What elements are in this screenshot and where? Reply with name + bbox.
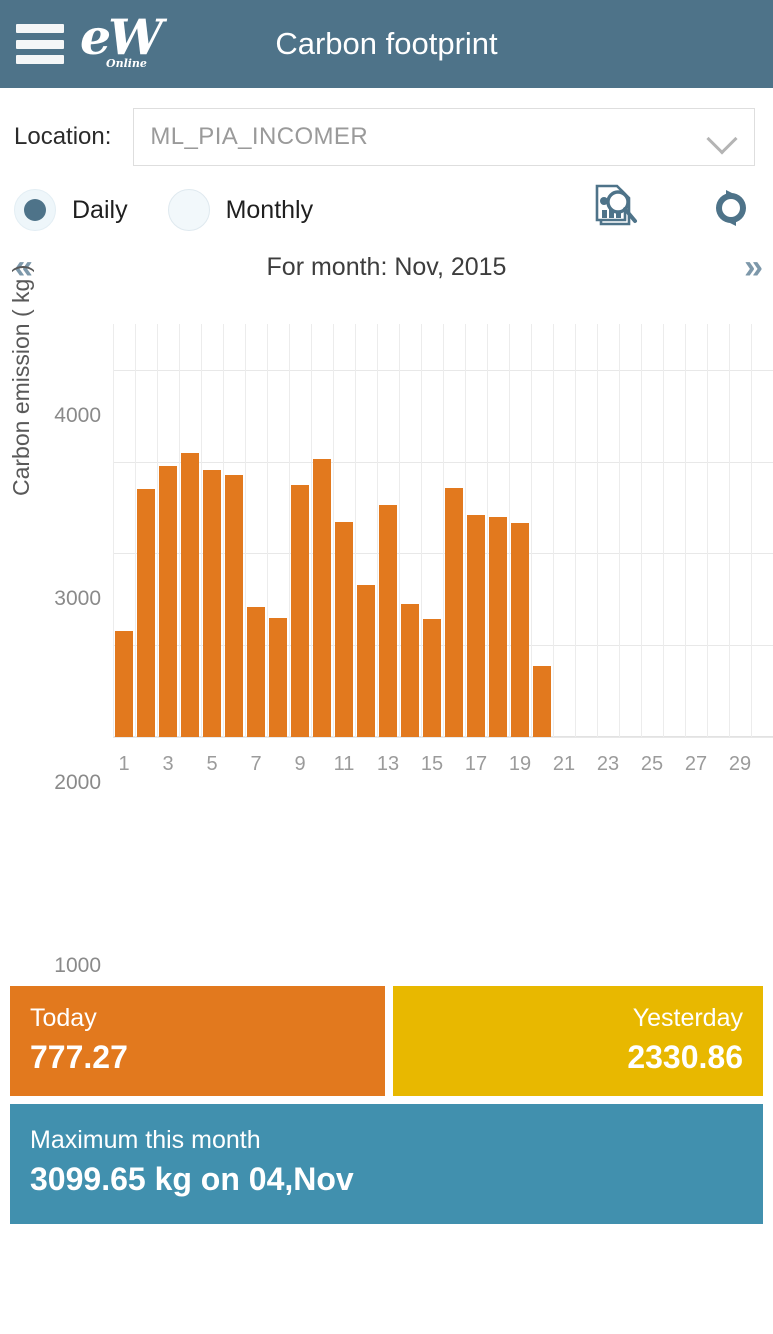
hamburger-bar bbox=[16, 55, 64, 64]
chart-y-axis-label: Carbon emission ( kg ) bbox=[8, 264, 34, 496]
chart-bar[interactable] bbox=[466, 514, 486, 737]
chart-x-tick: 7 bbox=[250, 753, 262, 775]
card-maximum-value: 3099.65 kg on 04,Nov bbox=[30, 1161, 354, 1197]
radio-monthly-label: Monthly bbox=[225, 195, 314, 224]
chart-gridline-vertical bbox=[685, 324, 686, 737]
chart-bar[interactable] bbox=[532, 665, 552, 737]
chart-x-tick: 11 bbox=[333, 753, 355, 775]
chart-bar[interactable] bbox=[488, 516, 508, 737]
chart-x-tick: 23 bbox=[596, 753, 620, 775]
chart-x-tick: 17 bbox=[464, 753, 488, 775]
logo-mark: eW bbox=[80, 8, 163, 66]
refresh-icon[interactable] bbox=[709, 186, 753, 235]
logo-subtext: Online bbox=[106, 57, 147, 70]
card-maximum-this-month[interactable]: Maximum this month 3099.65 kg on 04,Nov bbox=[10, 1104, 763, 1224]
chart-bar[interactable] bbox=[268, 617, 288, 737]
chart-gridline-vertical bbox=[575, 324, 576, 737]
chart-gridline-vertical bbox=[707, 324, 708, 737]
chart-x-tick: 1 bbox=[118, 753, 130, 775]
chart-bar[interactable] bbox=[312, 458, 332, 737]
card-yesterday-value: 2330.86 bbox=[627, 1039, 743, 1075]
chart-bar[interactable] bbox=[290, 484, 310, 737]
chart-bar[interactable] bbox=[224, 474, 244, 737]
card-today-value: 777.27 bbox=[30, 1039, 128, 1075]
radio-daily-control bbox=[14, 189, 56, 231]
chart-bar[interactable] bbox=[400, 603, 420, 737]
report-search-icon[interactable] bbox=[585, 180, 641, 241]
chart-x-tick: 9 bbox=[294, 753, 306, 775]
month-navigation: « For month: Nov, 2015 » bbox=[0, 242, 773, 292]
chart-gridline-vertical bbox=[619, 324, 620, 737]
chart-gridline-vertical bbox=[641, 324, 642, 737]
chart-y-tick: 2000 bbox=[54, 770, 101, 794]
app-logo: eW Online bbox=[80, 8, 163, 75]
card-today-label: Today bbox=[30, 1004, 97, 1032]
chart-bar[interactable] bbox=[246, 606, 266, 737]
chart-x-tick: 15 bbox=[420, 753, 444, 775]
carbon-emission-chart: Carbon emission ( kg ) 01000 2000 3000 4000… bbox=[0, 265, 773, 1161]
card-yesterday-label: Yesterday bbox=[632, 1004, 743, 1032]
radio-monthly-control bbox=[167, 189, 210, 231]
chart-gridline-vertical bbox=[663, 324, 664, 737]
chart-x-tick: 5 bbox=[206, 753, 218, 775]
chart-bar[interactable] bbox=[180, 452, 200, 737]
next-month-button[interactable]: » bbox=[744, 250, 763, 284]
hamburger-menu-icon[interactable] bbox=[16, 24, 64, 64]
period-toggle-row: Daily Monthly bbox=[0, 178, 773, 242]
chart-bar[interactable] bbox=[510, 523, 530, 737]
hamburger-bar bbox=[16, 39, 64, 49]
chart-x-tick: 25 bbox=[640, 753, 664, 775]
chart-gridline-vertical bbox=[729, 324, 730, 737]
chart-bar[interactable] bbox=[378, 504, 398, 737]
radio-daily-label: Daily bbox=[72, 195, 128, 224]
chart-y-tick: 3000 bbox=[54, 587, 101, 611]
radio-daily-dot bbox=[24, 199, 46, 221]
card-yesterday[interactable]: Yesterday 2330.86 bbox=[393, 986, 763, 1096]
chart-bar[interactable] bbox=[356, 584, 376, 737]
location-select[interactable]: ML_PIA_INCOMER bbox=[133, 108, 755, 166]
chart-bar[interactable] bbox=[136, 489, 156, 737]
chart-gridline-vertical bbox=[553, 324, 554, 737]
location-label: Location: bbox=[14, 123, 112, 150]
chart-x-tick: 21 bbox=[552, 753, 576, 775]
chart-y-tick: 1000 bbox=[54, 954, 101, 978]
chart-bar[interactable] bbox=[422, 618, 442, 737]
summary-cards-top-row: Today 777.27 Yesterday 2330.86 bbox=[10, 986, 763, 1096]
chart-x-tick: 19 bbox=[508, 753, 532, 775]
chart-bar[interactable] bbox=[334, 522, 354, 737]
card-today[interactable]: Today 777.27 bbox=[10, 986, 385, 1096]
chart-plot-area: 0100020003000400013579111315171921232527… bbox=[54, 324, 773, 1161]
chart-gridline-vertical bbox=[597, 324, 598, 737]
chart-gridline-vertical bbox=[751, 324, 752, 737]
chart-x-tick: 13 bbox=[376, 753, 400, 775]
chart-gridline-horizontal: 0 bbox=[89, 737, 773, 1161]
radio-monthly[interactable]: Monthly bbox=[167, 189, 314, 231]
chart-x-tick: 29 bbox=[728, 753, 752, 775]
location-select-value: ML_PIA_INCOMER bbox=[150, 123, 369, 150]
chart-bar[interactable] bbox=[444, 488, 464, 737]
chart-bar[interactable] bbox=[114, 630, 134, 737]
chart-bar[interactable] bbox=[158, 466, 178, 737]
card-maximum-label: Maximum this month bbox=[30, 1126, 261, 1154]
hamburger-bar bbox=[16, 24, 64, 33]
summary-cards: Today 777.27 Yesterday 2330.86 Maximum t… bbox=[10, 986, 763, 1224]
radio-daily[interactable]: Daily bbox=[14, 189, 128, 231]
chart-x-tick: 27 bbox=[684, 753, 708, 775]
chevron-down-icon bbox=[708, 128, 738, 146]
chart-y-tick: 4000 bbox=[54, 403, 101, 427]
location-filter-row: Location: ML_PIA_INCOMER bbox=[0, 88, 773, 166]
chart-x-tick: 3 bbox=[162, 753, 174, 775]
app-header: eW Online Carbon footprint bbox=[0, 0, 773, 88]
month-title: For month: Nov, 2015 bbox=[266, 252, 507, 281]
chart-bar[interactable] bbox=[202, 469, 222, 737]
